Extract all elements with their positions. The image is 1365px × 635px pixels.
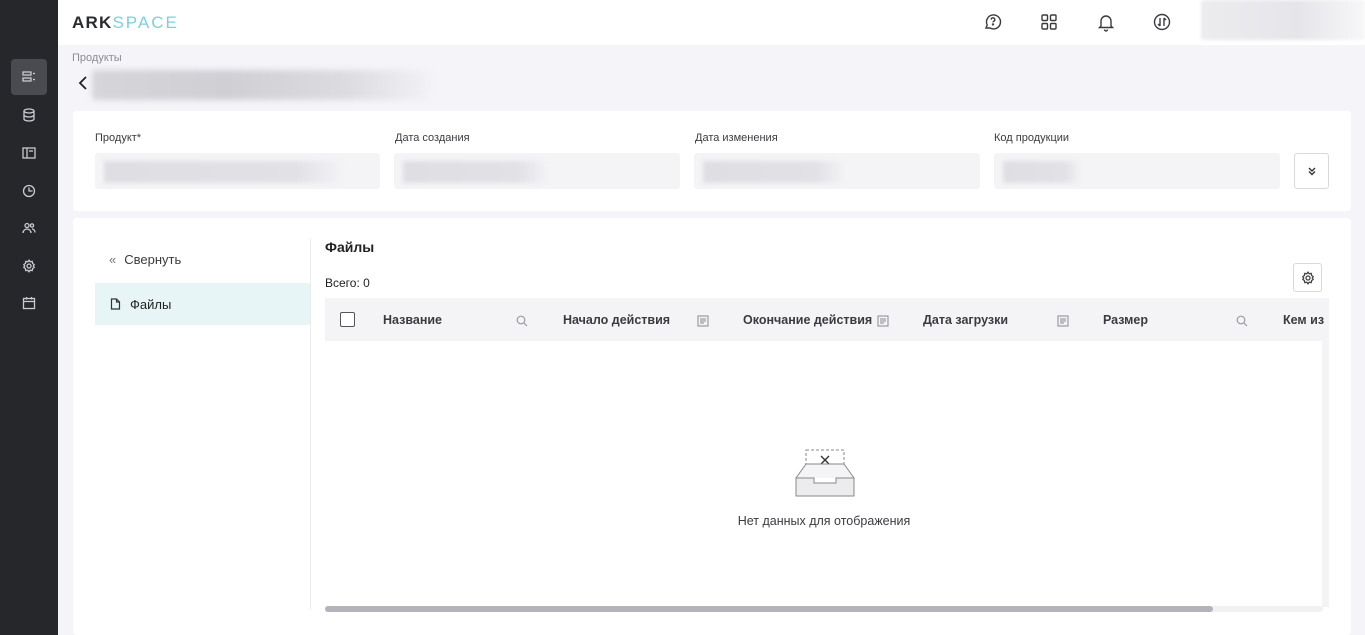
files-card: « Свернуть Файлы Файлы Всего: 0 Название…: [73, 218, 1351, 635]
calendar-icon: [22, 297, 36, 310]
back-button[interactable]: [76, 74, 90, 92]
logo-text-space: SPACE: [112, 13, 179, 32]
rail-item-users[interactable]: [11, 210, 47, 246]
bell-icon: [1097, 15, 1115, 32]
gear-icon: [22, 259, 36, 273]
sync-icon: [1153, 13, 1171, 31]
double-chevron-left-icon: «: [109, 252, 117, 267]
created-date-label: Дата создания: [395, 132, 470, 144]
help-chat-button[interactable]: [982, 11, 1004, 33]
product-field[interactable]: [95, 153, 380, 189]
empty-state-text: Нет данных для отображения: [737, 514, 911, 528]
expand-fields-button[interactable]: [1294, 153, 1329, 189]
rail-item-calendar[interactable]: [11, 285, 47, 321]
collapse-button[interactable]: « Свернуть: [109, 252, 181, 267]
notifications-button[interactable]: [1095, 11, 1117, 33]
sync-button[interactable]: [1151, 11, 1173, 33]
created-date-field[interactable]: [394, 153, 680, 189]
rail-item-reports[interactable]: [11, 173, 47, 209]
file-icon: [110, 298, 121, 310]
side-item-files-label: Файлы: [130, 296, 172, 312]
column-header-uploaded-by[interactable]: Кем из: [1283, 313, 1324, 327]
database-icon: [23, 108, 35, 122]
table-header: Название Начало действия Окончание дейст…: [325, 298, 1329, 341]
breadcrumb[interactable]: Продукты: [72, 52, 122, 64]
layout-icon: [22, 147, 36, 159]
table-body-edge: [1322, 341, 1329, 607]
horizontal-scrollbar[interactable]: [325, 606, 1323, 612]
rail-item-database[interactable]: [11, 97, 47, 133]
column-header-start[interactable]: Начало действия: [563, 313, 670, 327]
modified-date-label: Дата изменения: [695, 132, 778, 144]
side-item-files[interactable]: Файлы: [95, 283, 310, 325]
column-header-upload-date[interactable]: Дата загрузки: [923, 313, 1008, 327]
logo-text-ark: ARK: [72, 13, 113, 32]
files-table: Название Начало действия Окончание дейст…: [325, 298, 1329, 612]
gear-icon: [1301, 270, 1314, 285]
chevron-left-icon: [78, 76, 87, 90]
filter-list-icon: [697, 315, 709, 327]
top-bar: ARKSPACE: [58, 0, 1365, 45]
rail-item-list[interactable]: [11, 59, 47, 95]
column-search-button[interactable]: [1236, 314, 1248, 327]
rail-item-layout[interactable]: [11, 135, 47, 171]
column-header-size[interactable]: Размер: [1103, 313, 1148, 327]
column-filter-button[interactable]: [697, 314, 709, 327]
logo[interactable]: ARKSPACE: [72, 13, 179, 33]
column-filter-button[interactable]: [877, 314, 889, 327]
apps-grid-icon: [1041, 14, 1057, 30]
search-icon: [516, 315, 528, 327]
rail-item-settings[interactable]: [11, 248, 47, 284]
help-chat-icon: [984, 14, 1002, 30]
filter-list-icon: [1057, 315, 1069, 327]
list-icon: [22, 71, 35, 82]
left-nav-rail: [0, 0, 58, 635]
pie-chart-icon: [22, 184, 36, 198]
section-title: Файлы: [325, 239, 375, 255]
product-code-field[interactable]: [994, 153, 1280, 189]
empty-inbox-icon: [795, 449, 855, 497]
divider: [310, 238, 311, 610]
column-search-button[interactable]: [516, 314, 528, 327]
column-filter-button[interactable]: [1057, 314, 1069, 327]
column-header-name[interactable]: Название: [383, 313, 442, 327]
product-code-label: Код продукции: [994, 132, 1070, 144]
collapse-label: Свернуть: [124, 252, 182, 267]
search-icon: [1236, 315, 1248, 327]
total-count: Всего: 0: [325, 276, 370, 290]
users-icon: [22, 222, 36, 234]
user-profile[interactable]: [1201, 0, 1365, 40]
product-label: Продукт*: [95, 132, 142, 144]
modified-date-field[interactable]: [694, 153, 980, 189]
table-settings-button[interactable]: [1293, 263, 1322, 292]
page-title: [92, 70, 430, 100]
select-all-checkbox[interactable]: [340, 312, 355, 327]
filter-list-icon: [877, 315, 889, 327]
chevrons-down-icon: [1308, 167, 1315, 176]
product-info-card: Продукт* Дата создания Дата изменения Ко…: [73, 111, 1351, 211]
scrollbar-thumb[interactable]: [325, 606, 1214, 612]
apps-grid-button[interactable]: [1038, 11, 1060, 33]
column-header-end[interactable]: Окончание действия: [743, 313, 872, 327]
